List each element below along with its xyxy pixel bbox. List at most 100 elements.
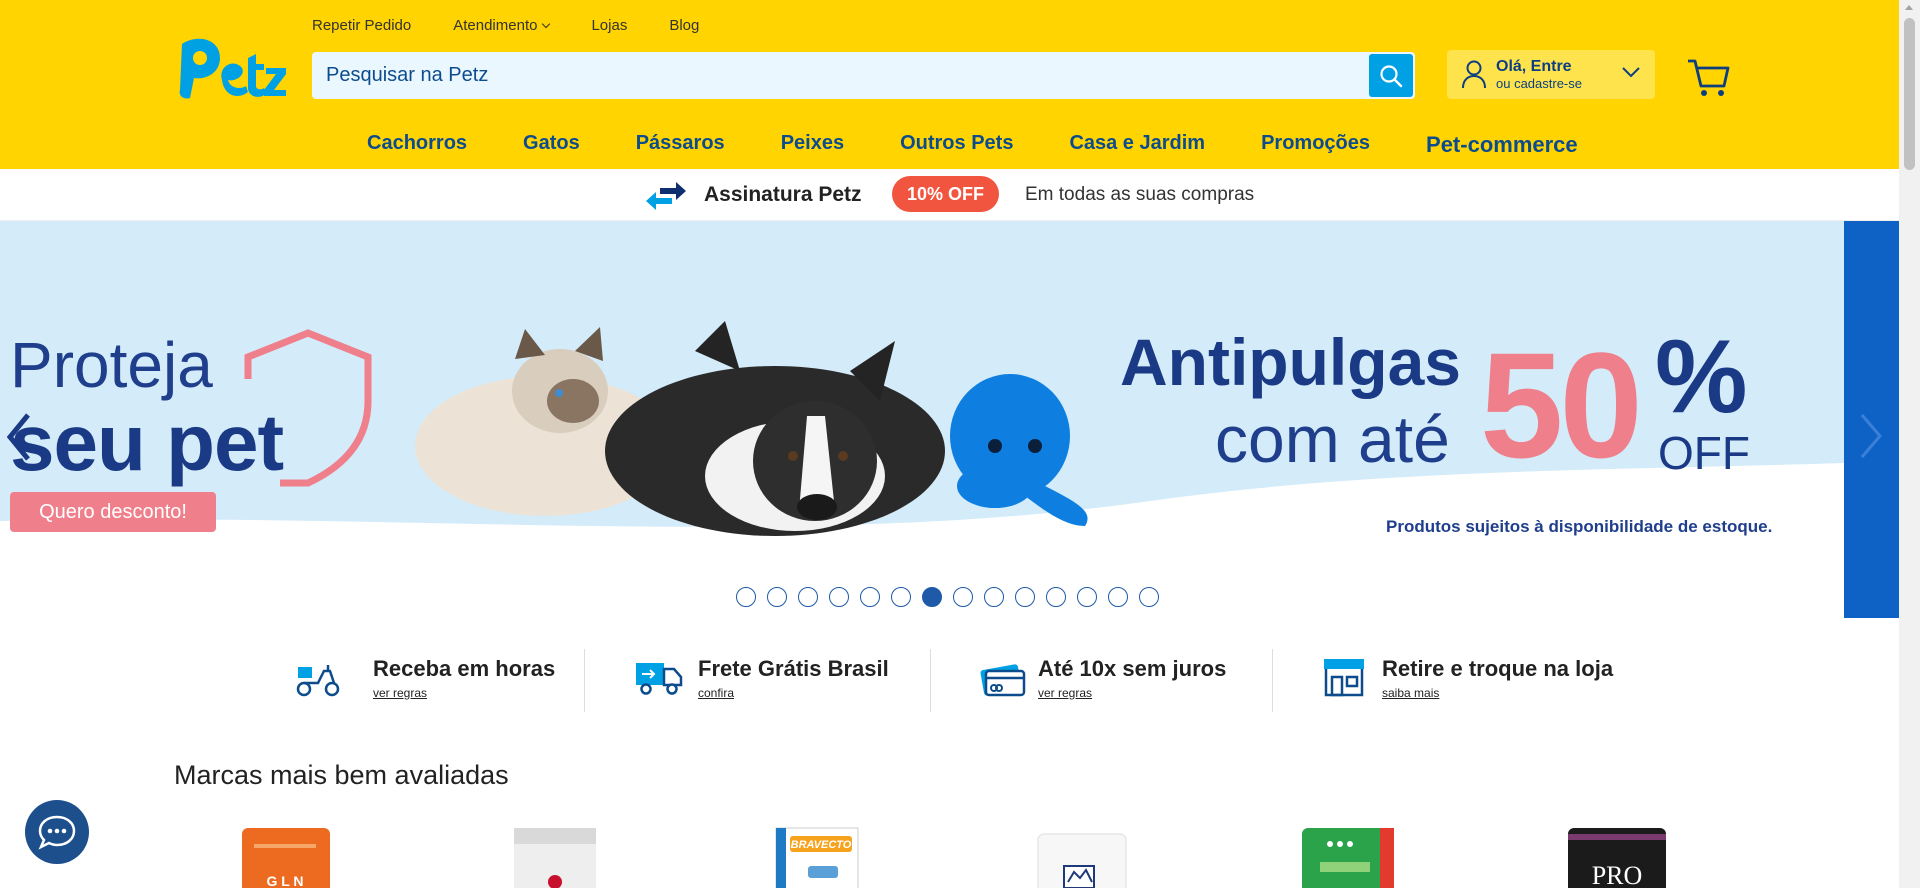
pets-image: [415, 321, 1088, 536]
benefit-divider: [584, 649, 585, 712]
repeat-order-link[interactable]: Repetir Pedido: [312, 17, 411, 34]
nav-other-pets[interactable]: Outros Pets: [900, 132, 1013, 158]
carousel-dot-11[interactable]: [1046, 587, 1066, 607]
nav-dogs[interactable]: Cachorros: [367, 132, 467, 158]
benefit-free-shipping-title: Frete Grátis Brasil: [698, 656, 889, 681]
search-icon: [1380, 64, 1403, 87]
carousel-dot-1[interactable]: [736, 587, 756, 607]
chevron-down-icon: [1622, 67, 1640, 78]
benefit-divider: [930, 649, 931, 712]
scrollbar-thumb[interactable]: [1904, 18, 1915, 170]
chevron-right-icon: [1860, 414, 1882, 458]
brand-card-golden[interactable]: G L N: [240, 826, 350, 888]
discount-cta-button[interactable]: Quero desconto!: [10, 492, 216, 532]
brand-card-pro-plan[interactable]: PRO: [1566, 826, 1676, 888]
brands-section-title: Marcas mais bem avaliadas: [174, 760, 509, 790]
store-icon: [1324, 659, 1364, 697]
bravecto-product-image: BRAVECTO: [775, 827, 859, 888]
cart-icon[interactable]: [1686, 58, 1730, 98]
banner-headline2: com até: [1215, 402, 1450, 476]
brand-card-hills[interactable]: [1036, 826, 1146, 888]
hero-banner[interactable]: Proteja seu pet Quero desconto! Antipulg…: [0, 221, 1899, 618]
top-links: Repetir Pedido Atendimento Lojas Blog: [312, 17, 699, 34]
search-button[interactable]: [1369, 54, 1413, 97]
subscription-description: Em todas as suas compras: [1025, 184, 1255, 205]
nav-cats[interactable]: Gatos: [523, 132, 580, 158]
chat-button[interactable]: [25, 800, 89, 864]
truck-icon: [636, 663, 683, 695]
benefit-free-shipping: Frete Grátis Brasil confira: [634, 649, 894, 712]
benefit-divider: [1272, 649, 1273, 712]
benefit-store-pickup-title: Retire e troque na loja: [1382, 656, 1614, 681]
nav-promotions[interactable]: Promoções: [1261, 132, 1370, 158]
carousel-dot-3[interactable]: [798, 587, 818, 607]
search-input[interactable]: [312, 52, 1369, 99]
pro-plan-product-image: PRO: [1568, 828, 1666, 888]
carousel-dot-9[interactable]: [984, 587, 1004, 607]
benefit-store-pickup-link[interactable]: saiba mais: [1382, 686, 1439, 700]
account-greeting: Olá, Entre: [1496, 58, 1572, 75]
carousel-dots: [736, 587, 1159, 607]
golden-product-image: G L N: [242, 828, 330, 888]
banner-headline1: Antipulgas: [1120, 325, 1461, 399]
carousel-dot-5[interactable]: [860, 587, 880, 607]
shield-icon: [244, 329, 372, 487]
credit-card-icon: [980, 664, 1026, 697]
benefit-installments-link[interactable]: ver regras: [1038, 686, 1092, 700]
nav-fish[interactable]: Peixes: [781, 132, 844, 158]
subscription-title: Assinatura Petz: [704, 183, 862, 206]
benefit-store-pickup: Retire e troque na loja saiba mais: [1322, 649, 1622, 712]
benefit-delivery-title: Receba em horas: [373, 656, 556, 681]
benefit-free-shipping-link[interactable]: confira: [698, 686, 734, 700]
support-dropdown[interactable]: Atendimento: [453, 17, 549, 34]
carousel-dot-2[interactable]: [767, 587, 787, 607]
svg-text:PRO: PRO: [1592, 861, 1643, 888]
carousel-dot-10[interactable]: [1015, 587, 1035, 607]
blog-link[interactable]: Blog: [669, 17, 699, 34]
account-button[interactable]: Olá, Entre ou cadastre-se: [1447, 50, 1655, 99]
subscription-arrows-icon: [646, 182, 686, 210]
svg-text:BRAVECTO: BRAVECTO: [791, 839, 852, 851]
subscription-strip[interactable]: Assinatura Petz 10% OFF Em todas as suas…: [0, 169, 1899, 221]
benefits-bar: Receba em horas ver regras Frete Grátis …: [280, 649, 1640, 712]
banner-discount-suffix: OFF: [1658, 427, 1750, 479]
banner-line2: seu pet: [10, 398, 284, 487]
scooter-icon: [296, 665, 340, 697]
nav-birds[interactable]: Pássaros: [636, 132, 725, 158]
carousel-dot-6[interactable]: [891, 587, 911, 607]
royal-canin-product-image: [514, 828, 596, 888]
carousel-dot-12[interactable]: [1077, 587, 1097, 607]
banner-discount-number: 50: [1480, 321, 1643, 489]
petz-product-image: [1302, 828, 1394, 888]
brand-card-bravecto[interactable]: BRAVECTO: [774, 826, 884, 888]
prev-slide-icon[interactable]: [2, 407, 38, 467]
banner-discount-symbol: %: [1655, 319, 1748, 435]
discount-badge: 10% OFF: [892, 176, 999, 212]
chat-bubble-icon: [38, 815, 76, 850]
carousel-dot-8[interactable]: [953, 587, 973, 607]
stores-link[interactable]: Lojas: [591, 17, 627, 34]
benefit-installments: Até 10x sem juros ver regras: [980, 649, 1240, 712]
user-icon: [1462, 60, 1486, 89]
carousel-dot-13[interactable]: [1108, 587, 1128, 607]
benefit-delivery: Receba em horas ver regras: [294, 649, 556, 712]
carousel-dot-4[interactable]: [829, 587, 849, 607]
search-bar: [312, 52, 1415, 99]
banner-line1: Proteja: [10, 329, 213, 401]
carousel-dot-7[interactable]: [922, 587, 942, 607]
brand-card-royal-canin[interactable]: [512, 826, 622, 888]
carousel-dot-14[interactable]: [1139, 587, 1159, 607]
site-header: Repetir Pedido Atendimento Lojas Blog Ol…: [0, 0, 1899, 169]
hills-product-image: [1037, 833, 1127, 888]
banner-disclaimer: Produtos sujeitos à disponibilidade de e…: [1386, 517, 1773, 536]
nav-pet-commerce[interactable]: Pet-commerce: [1426, 132, 1578, 158]
nav-home-garden[interactable]: Casa e Jardim: [1069, 132, 1205, 158]
brand-card-petz[interactable]: [1300, 826, 1410, 888]
category-nav: Cachorros Gatos Pássaros Peixes Outros P…: [367, 132, 1578, 158]
next-slide-button[interactable]: [1844, 221, 1899, 618]
page-scrollbar[interactable]: [1899, 0, 1920, 888]
benefit-delivery-link[interactable]: ver regras: [373, 686, 427, 700]
petz-logo[interactable]: [174, 36, 288, 102]
svg-text:G L N: G L N: [266, 873, 303, 888]
scroll-up-arrow[interactable]: [1905, 5, 1913, 10]
